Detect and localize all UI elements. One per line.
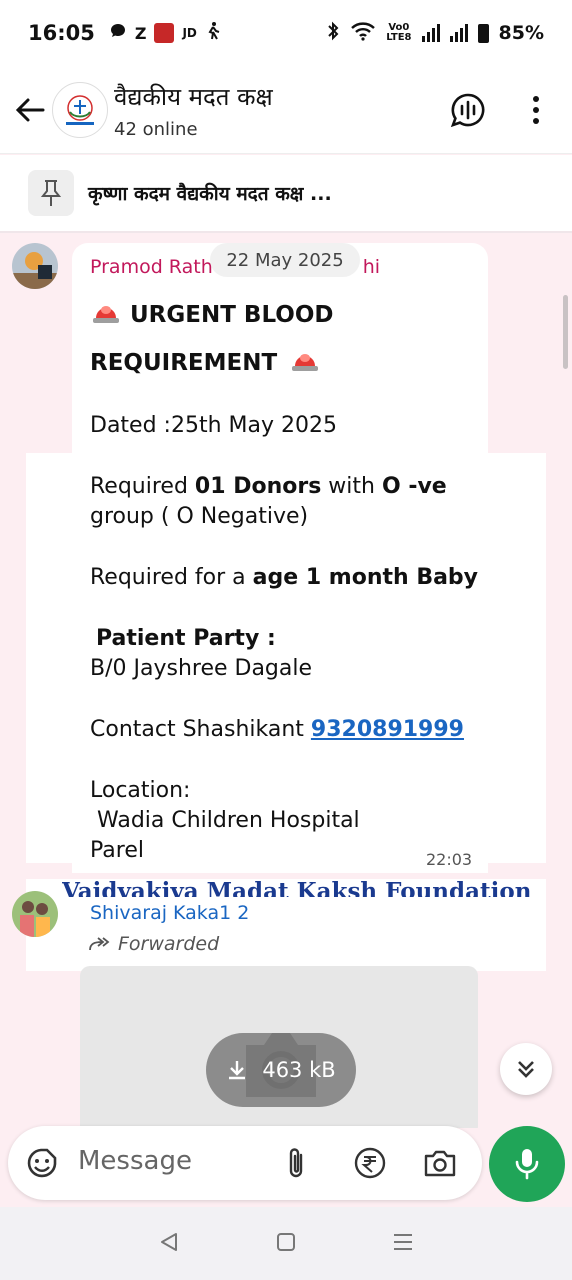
more-options-button[interactable] [514, 88, 558, 132]
online-count: 42 online [114, 118, 198, 140]
jd-app-icon: JD [182, 26, 197, 40]
paperclip-icon [289, 1148, 303, 1178]
urgent-line-1: URGENT BLOOD [90, 293, 530, 341]
download-button[interactable]: 463 kB [206, 1033, 356, 1107]
required-for-line: Required for a age 1 month Baby [90, 565, 479, 590]
back-button[interactable] [4, 84, 56, 136]
patient-name: B/0 Jayshree Dagale [90, 656, 313, 681]
message-input[interactable]: Message [78, 1146, 192, 1176]
volte-icon: Vo0 LTE8 [386, 22, 412, 43]
mic-icon [515, 1149, 539, 1180]
voice-record-button[interactable] [489, 1126, 565, 1202]
banner-text: Vaidyakiya Madat Kaksh Foundation [62, 878, 532, 897]
location-label: Location: [90, 778, 191, 803]
message-text: URGENT BLOOD REQUIREMENT Dated :25th May… [90, 293, 530, 866]
nav-home-button[interactable] [275, 1231, 297, 1257]
pinned-message-bar[interactable]: कृष्णा कदम वैद्यकीय मदत कक्ष ... [0, 155, 572, 233]
status-bar: 16:05 Z JD Vo0 LTE8 85% [0, 0, 572, 66]
menu-lines-icon [394, 1233, 413, 1250]
urgent-line-2: REQUIREMENT [90, 341, 530, 389]
patient-party-label: Patient Party : [96, 626, 276, 651]
location-line-1: Wadia Children Hospital [90, 808, 360, 833]
more-vert-icon [533, 96, 539, 124]
camera-button[interactable] [420, 1143, 460, 1183]
nav-back-button[interactable] [158, 1231, 180, 1257]
avatar[interactable] [12, 891, 58, 937]
phone-link[interactable]: 9320891999 [311, 717, 464, 742]
attach-button[interactable] [276, 1143, 316, 1183]
group-avatar[interactable] [52, 81, 108, 138]
pinned-text: कृष्णा कदम वैद्यकीय मदत कक्ष ... [88, 183, 332, 205]
dated-line: Dated :25th May 2025 [90, 413, 337, 438]
battery-percent: 85% [498, 22, 544, 44]
triangle-back-icon [160, 1232, 177, 1251]
scrollbar[interactable] [563, 295, 568, 369]
arrow-left-icon [15, 98, 45, 121]
required-line: Required 01 Donors with O -ve [90, 474, 447, 499]
double-chevron-down-icon [518, 1061, 534, 1078]
status-time: 16:05 [28, 21, 95, 45]
signal-icon-1 [421, 24, 440, 42]
bluetooth-icon [326, 21, 340, 46]
app-icon [154, 23, 175, 43]
status-left-icons: Z JD [109, 21, 221, 45]
signal-icon-2 [449, 24, 468, 42]
pin-icon [28, 170, 74, 216]
siren-icon [90, 294, 122, 341]
contact-line: Contact Shashikant 9320891999 [90, 717, 464, 742]
sticker-button[interactable] [22, 1143, 62, 1183]
forwarded-label: Forwarded [88, 933, 219, 955]
voice-chat-icon [450, 93, 485, 128]
download-icon [229, 1061, 246, 1080]
z-app-icon: Z [134, 23, 147, 43]
camera-icon [424, 1150, 456, 1177]
system-nav-bar [0, 1207, 572, 1280]
header-info[interactable]: वैद्यकीय मदत कक्ष 42 online [114, 80, 273, 140]
nav-recents-button[interactable] [392, 1231, 414, 1257]
square-home-icon [276, 1232, 295, 1251]
payment-button[interactable] [350, 1143, 390, 1183]
wifi-icon [350, 21, 376, 46]
battery-icon [477, 23, 489, 43]
media-size: 463 kB [262, 1058, 336, 1082]
forward-icon [89, 937, 110, 951]
chat-header: वैद्यकीय मदत कक्ष 42 online [0, 66, 572, 154]
message-composer: Message [8, 1126, 482, 1200]
group-title: वैद्यकीय मदत कक्ष [114, 82, 273, 111]
message-time: 22:03 [426, 850, 473, 869]
date-chip: 22 May 2025 [210, 243, 360, 277]
message-icon [109, 22, 127, 44]
sender-name[interactable]: Shivaraj Kaka1 2 [90, 902, 249, 924]
group-line: group ( O Negative) [90, 504, 309, 529]
voice-chat-button[interactable] [446, 88, 490, 132]
walk-icon [205, 21, 221, 45]
chat-area[interactable]: Pramod Rath hi 22 May 2025 URGENT BLOOD R… [0, 233, 572, 1128]
rupee-icon [354, 1147, 386, 1179]
avatar[interactable] [12, 243, 58, 289]
status-right-icons: Vo0 LTE8 85% [326, 21, 544, 46]
sticker-icon [27, 1148, 57, 1178]
scroll-down-button[interactable] [500, 1043, 552, 1095]
siren-icon [289, 342, 321, 389]
